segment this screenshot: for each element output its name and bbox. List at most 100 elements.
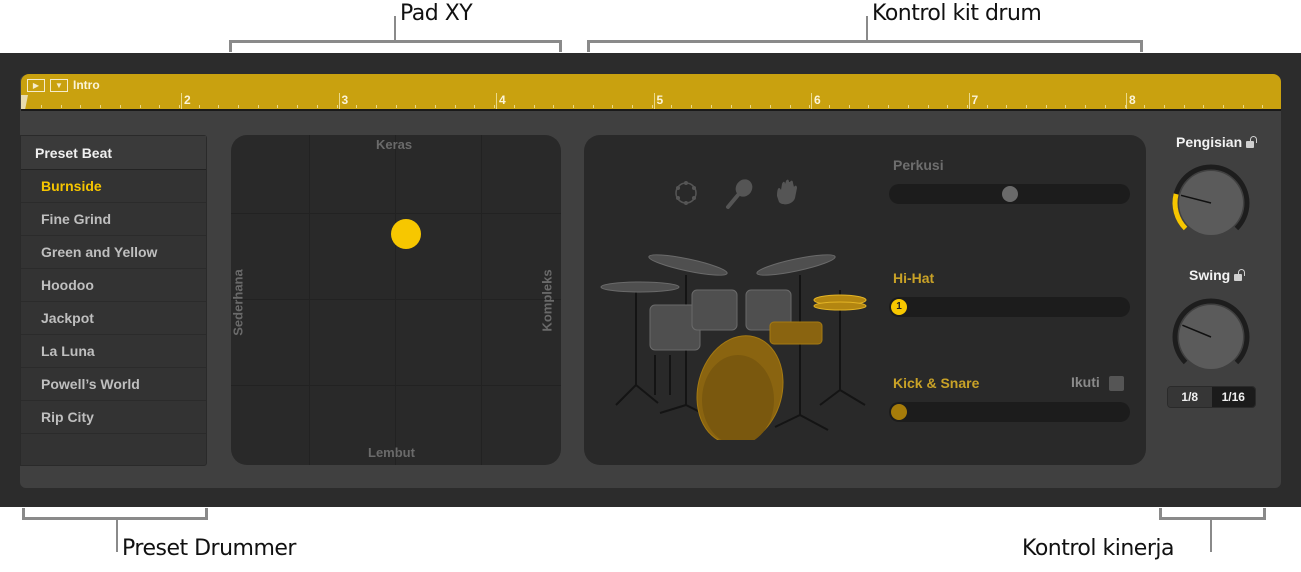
fills-label: Pengisian (1176, 134, 1243, 150)
ruler-tick (533, 105, 535, 108)
ruler-tick (730, 105, 732, 108)
ruler-tick (1144, 105, 1146, 108)
callout-drummer-presets: Preset Drummer (122, 536, 296, 561)
callout-bracket (22, 508, 208, 520)
slider-track[interactable] (889, 402, 1130, 422)
ruler-tick (691, 105, 693, 108)
ruler-tick (119, 105, 121, 108)
preset-item[interactable]: Hoodoo (21, 269, 206, 302)
swing-label-row: Swing (1189, 267, 1246, 283)
follow-checkbox[interactable] (1109, 376, 1124, 391)
xy-pad[interactable]: Keras Lembut Sederhana Kompleks (231, 135, 561, 465)
ruler-tick (218, 105, 220, 108)
bar-number: 2 (181, 93, 191, 109)
xy-label-complex: Kompleks (539, 269, 555, 332)
ruler-tick (809, 105, 811, 108)
ruler-tick (966, 105, 968, 108)
callout-drum-kit-controls: Kontrol kit drum (872, 1, 1042, 26)
tambourine-icon[interactable] (672, 179, 700, 207)
ruler-tick (1163, 105, 1165, 108)
grid-line (231, 299, 561, 300)
swing-knob[interactable] (1170, 296, 1252, 378)
slider-thumb[interactable]: 1 (891, 299, 907, 315)
preset-item[interactable]: Rip City (21, 401, 206, 434)
ruler-tick (986, 105, 988, 108)
bar-number: 7 (968, 93, 978, 109)
preset-item[interactable]: Burnside (21, 170, 206, 203)
ruler-tick (139, 105, 141, 108)
ruler-tick (316, 105, 318, 108)
ruler-tick (1006, 105, 1008, 108)
ruler-tick (868, 105, 870, 108)
ruler-tick (277, 105, 279, 108)
xy-label-simple: Sederhana (231, 269, 246, 336)
play-region-icon[interactable]: ▶ (27, 78, 45, 92)
ruler-tick (947, 105, 949, 108)
grid-line (395, 135, 396, 465)
ruler-tick (907, 105, 909, 108)
drum-kit-illustration[interactable] (600, 235, 870, 440)
ruler-tick (395, 105, 397, 108)
unlock-icon[interactable] (1246, 136, 1258, 148)
ruler-tick (710, 105, 712, 108)
slider-thumb[interactable] (891, 404, 907, 420)
ruler-tick (159, 105, 161, 108)
ruler-tick (336, 105, 338, 108)
preset-item[interactable]: Jackpot (21, 302, 206, 335)
ruler-tick (1065, 105, 1067, 108)
ruler-tick (513, 105, 515, 108)
ruler-tick (494, 105, 496, 108)
ruler-tick (178, 105, 180, 108)
ruler-tick (257, 105, 259, 108)
swing-resolution-eighth[interactable]: 1/8 (1168, 387, 1212, 407)
handclap-icon[interactable] (772, 178, 802, 208)
callout-performance-controls: Kontrol kinerja (1022, 536, 1174, 561)
ruler-tick (1045, 105, 1047, 108)
ruler-tick (198, 105, 200, 108)
region-name: Intro (73, 78, 100, 92)
slider-track[interactable] (889, 184, 1130, 204)
callout-xy-pad: Pad XY (400, 1, 473, 26)
preset-item[interactable]: Green and Yellow (21, 236, 206, 269)
ruler-tick (651, 105, 653, 108)
unlock-icon[interactable] (1234, 269, 1246, 281)
ruler-tick (41, 105, 42, 108)
slider-track[interactable]: 1 (889, 297, 1130, 317)
bar-number: 6 (811, 93, 821, 109)
bar-number: 8 (1126, 93, 1136, 109)
follow-label: Ikuti (1071, 374, 1100, 390)
ruler-tick (474, 105, 476, 108)
callout-bracket (229, 40, 562, 52)
swing-resolution-sixteenth[interactable]: 1/16 (1211, 387, 1255, 407)
xy-puck[interactable] (390, 219, 421, 249)
callout-stem (394, 16, 396, 42)
preset-item[interactable]: Fine Grind (21, 203, 206, 236)
xy-label-loud: Keras (376, 137, 413, 152)
grid-line (309, 135, 310, 465)
ruler-tick (829, 105, 830, 108)
ruler-tick (356, 105, 358, 108)
swing-resolution-control: 1/8 1/16 (1167, 386, 1256, 408)
ruler-tick (671, 105, 673, 108)
fills-knob[interactable] (1170, 162, 1252, 244)
ruler-tick (454, 105, 456, 108)
playhead-handle[interactable] (21, 95, 28, 109)
callout-stem (116, 518, 118, 552)
preset-item[interactable]: La Luna (21, 335, 206, 368)
preset-item[interactable]: Powell’s World (21, 368, 206, 401)
grid-line (231, 213, 561, 214)
slider-thumb[interactable] (1001, 186, 1018, 202)
ruler-tick (789, 105, 791, 108)
ruler-tick (1124, 105, 1126, 108)
shaker-icon[interactable] (724, 178, 754, 210)
grid-line (231, 385, 561, 386)
ruler-tick (750, 105, 752, 108)
ruler-tick (612, 105, 614, 108)
follow-region-icon[interactable]: ▼ (50, 78, 68, 92)
ruler-tick (100, 105, 102, 108)
region-ruler[interactable]: ▶ ▼ Intro 2 3 4 5 6 7 8 (21, 74, 1281, 111)
ruler-tick (1262, 105, 1264, 108)
bar-number: 4 (496, 93, 506, 109)
ruler-tick (927, 105, 929, 108)
presets-header: Preset Beat (21, 136, 206, 170)
